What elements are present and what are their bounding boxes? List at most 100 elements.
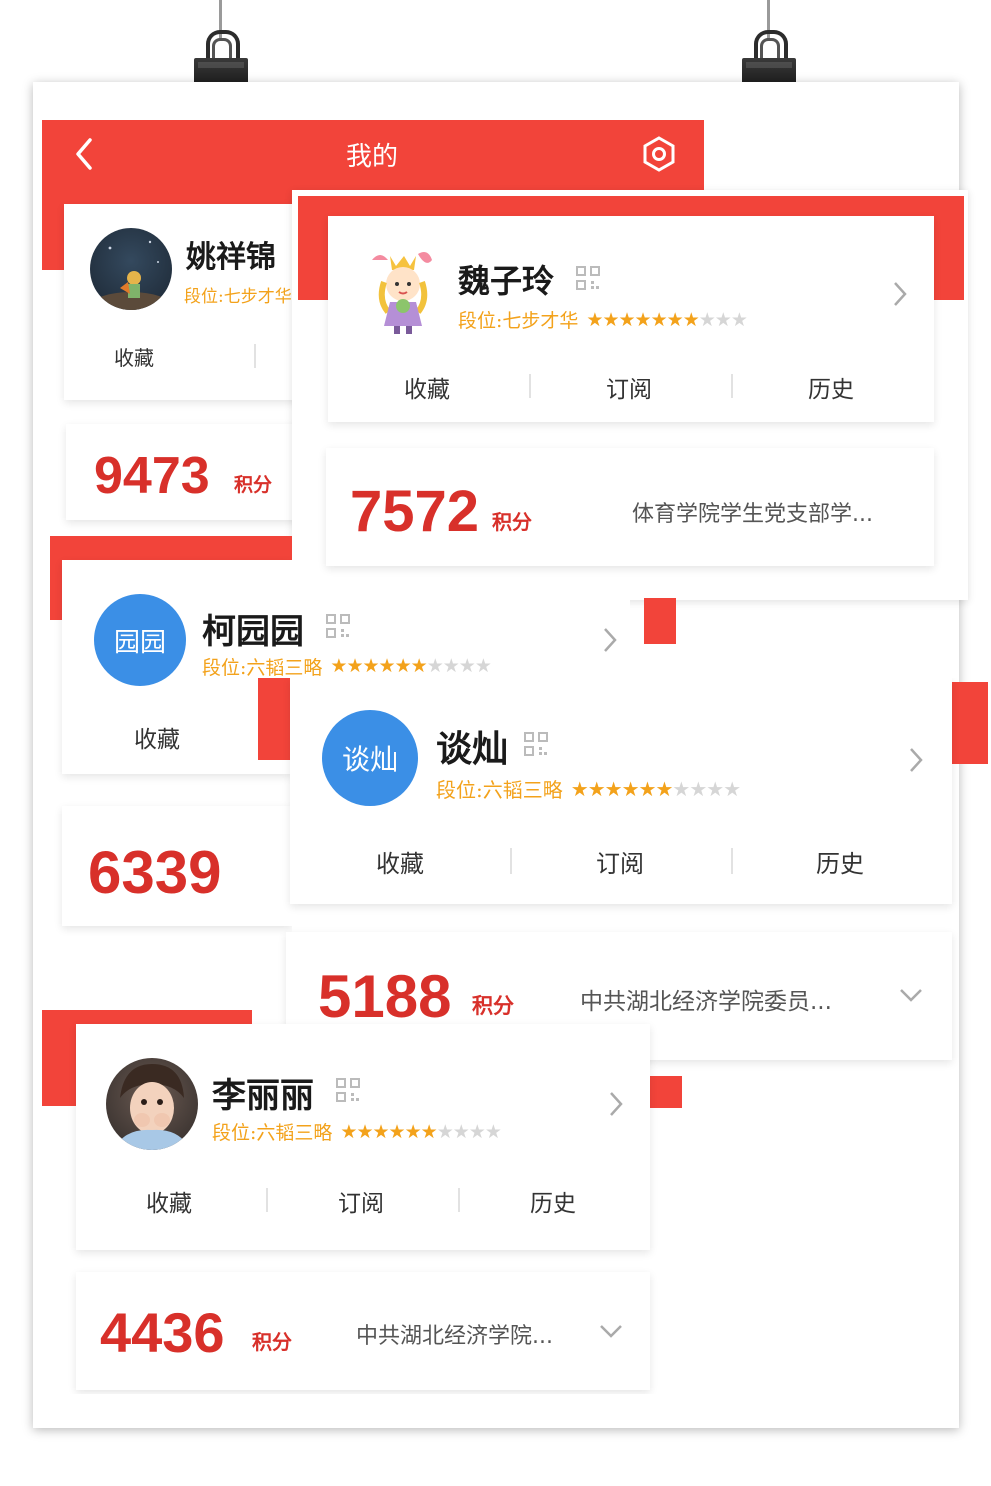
star-empty-icon: ★ xyxy=(452,1120,470,1143)
points-unit: 积分 xyxy=(252,1330,292,1354)
star-empty-icon: ★ xyxy=(706,776,724,801)
tab-divider xyxy=(254,344,256,368)
rank-label: 段位:七步才华 ★★★★★★★★★★ xyxy=(458,306,748,333)
star-filled-icon: ★ xyxy=(340,1120,357,1143)
star-filled-icon: ★ xyxy=(388,1120,406,1143)
tab-history[interactable]: 历史 xyxy=(816,844,864,879)
star-filled-icon: ★ xyxy=(378,655,396,677)
rank-label: 段位:六韬三略 ★★★★★★★★★★ xyxy=(436,774,741,803)
star-filled-icon: ★ xyxy=(346,655,363,677)
star-filled-icon: ★ xyxy=(404,1120,422,1143)
tab-history[interactable]: 历史 xyxy=(808,370,854,404)
chevron-down-icon[interactable] xyxy=(598,1322,624,1344)
tab-divider xyxy=(510,848,512,874)
user-name: 魏子玲 xyxy=(458,262,555,300)
accent-tab xyxy=(644,598,676,644)
rank-label: 段位:七步才华 xyxy=(184,282,296,307)
star-empty-icon: ★ xyxy=(672,776,690,801)
avatar-initials[interactable]: 谈灿 xyxy=(322,710,418,806)
qr-code-icon[interactable] xyxy=(524,732,548,760)
star-filled-icon: ★ xyxy=(682,308,700,331)
avatar-little-prince[interactable] xyxy=(90,228,172,310)
points-unit: 积分 xyxy=(492,510,532,534)
user-name: 柯园园 xyxy=(202,612,304,652)
points-value: 9473 xyxy=(94,447,210,505)
star-filled-icon: ★ xyxy=(410,655,428,677)
star-empty-icon: ★ xyxy=(458,655,476,677)
avatar-initials[interactable]: 园园 xyxy=(94,594,186,686)
star-empty-icon: ★ xyxy=(436,1120,454,1143)
star-empty-icon: ★ xyxy=(426,655,444,677)
user-name: 姚祥锦 xyxy=(186,240,276,275)
qr-code-icon[interactable] xyxy=(326,614,350,642)
back-icon[interactable] xyxy=(72,132,98,176)
star-filled-icon: ★ xyxy=(618,308,636,331)
rank-stars: ★★★★★★★★★★ xyxy=(330,655,490,677)
star-filled-icon: ★ xyxy=(330,655,347,677)
avatar-child-photo[interactable] xyxy=(106,1058,198,1150)
star-empty-icon: ★ xyxy=(689,776,707,801)
chevron-right-icon[interactable] xyxy=(608,1090,624,1122)
tab-divider xyxy=(266,1188,268,1212)
tab-favorites[interactable]: 收藏 xyxy=(134,720,180,754)
tab-favorites[interactable]: 收藏 xyxy=(376,844,424,879)
settings-icon[interactable] xyxy=(640,134,678,174)
rank-text: 段位:六韬三略 xyxy=(202,656,323,679)
star-filled-icon: ★ xyxy=(650,308,668,331)
points-value: 7572 xyxy=(350,479,480,544)
tab-favorites[interactable]: 收藏 xyxy=(114,342,154,371)
tab-subscriptions[interactable]: 订阅 xyxy=(606,370,652,404)
tab-divider xyxy=(458,1188,460,1212)
chevron-down-icon[interactable] xyxy=(898,986,924,1008)
star-empty-icon: ★ xyxy=(730,308,748,331)
star-empty-icon: ★ xyxy=(698,308,716,331)
star-filled-icon: ★ xyxy=(570,776,589,801)
accent-tab xyxy=(258,678,294,760)
star-empty-icon: ★ xyxy=(474,655,491,677)
rank-text: 段位:七步才华 xyxy=(458,310,579,332)
rank-stars: ★★★★★★★★★★ xyxy=(586,308,748,331)
star-filled-icon: ★ xyxy=(634,308,652,331)
points-value: 4436 xyxy=(100,1301,225,1364)
points-unit: 积分 xyxy=(234,474,273,496)
avatar-cartoon-girl[interactable] xyxy=(358,244,442,336)
star-filled-icon: ★ xyxy=(586,308,603,331)
star-empty-icon: ★ xyxy=(723,776,741,801)
star-filled-icon: ★ xyxy=(362,655,380,677)
star-filled-icon: ★ xyxy=(420,1120,438,1143)
tab-history[interactable]: 历史 xyxy=(530,1184,576,1218)
star-filled-icon: ★ xyxy=(621,776,640,801)
star-filled-icon: ★ xyxy=(394,655,412,677)
tab-subscriptions[interactable]: 订阅 xyxy=(596,844,644,879)
accent-tab xyxy=(952,682,988,764)
rank-text: 段位:七步才华 xyxy=(184,287,292,307)
qr-code-icon[interactable] xyxy=(576,266,600,294)
tab-favorites[interactable]: 收藏 xyxy=(146,1184,192,1218)
chevron-right-icon[interactable] xyxy=(602,626,618,658)
star-filled-icon: ★ xyxy=(587,776,606,801)
chevron-right-icon[interactable] xyxy=(892,280,908,312)
rank-label: 段位:六韬三略 ★★★★★★★★★★ xyxy=(212,1118,502,1145)
tab-favorites[interactable]: 收藏 xyxy=(404,370,450,404)
user-name: 李丽丽 xyxy=(212,1076,314,1116)
organization-label: 体育学院学生党支部学... xyxy=(632,502,873,527)
tab-subscriptions[interactable]: 订阅 xyxy=(338,1184,384,1218)
rank-text: 段位:六韬三略 xyxy=(212,1122,333,1144)
star-filled-icon: ★ xyxy=(604,776,623,801)
rank-text: 段位:六韬三略 xyxy=(436,778,563,802)
star-filled-icon: ★ xyxy=(655,776,673,801)
tab-divider xyxy=(731,848,733,874)
rank-stars: ★★★★★★★★★★ xyxy=(340,1120,502,1143)
tab-divider xyxy=(529,374,531,398)
star-empty-icon: ★ xyxy=(484,1120,502,1143)
page-title: 我的 xyxy=(346,142,399,172)
star-filled-icon: ★ xyxy=(602,308,619,331)
accent-tab xyxy=(650,1076,682,1108)
points-value: 6339 xyxy=(88,839,222,906)
rank-label: 段位:六韬三略 ★★★★★★★★★★ xyxy=(202,654,491,678)
star-filled-icon: ★ xyxy=(666,308,684,331)
chevron-right-icon[interactable] xyxy=(908,746,924,778)
qr-code-icon[interactable] xyxy=(336,1078,360,1106)
star-empty-icon: ★ xyxy=(714,308,732,331)
star-filled-icon: ★ xyxy=(372,1120,390,1143)
